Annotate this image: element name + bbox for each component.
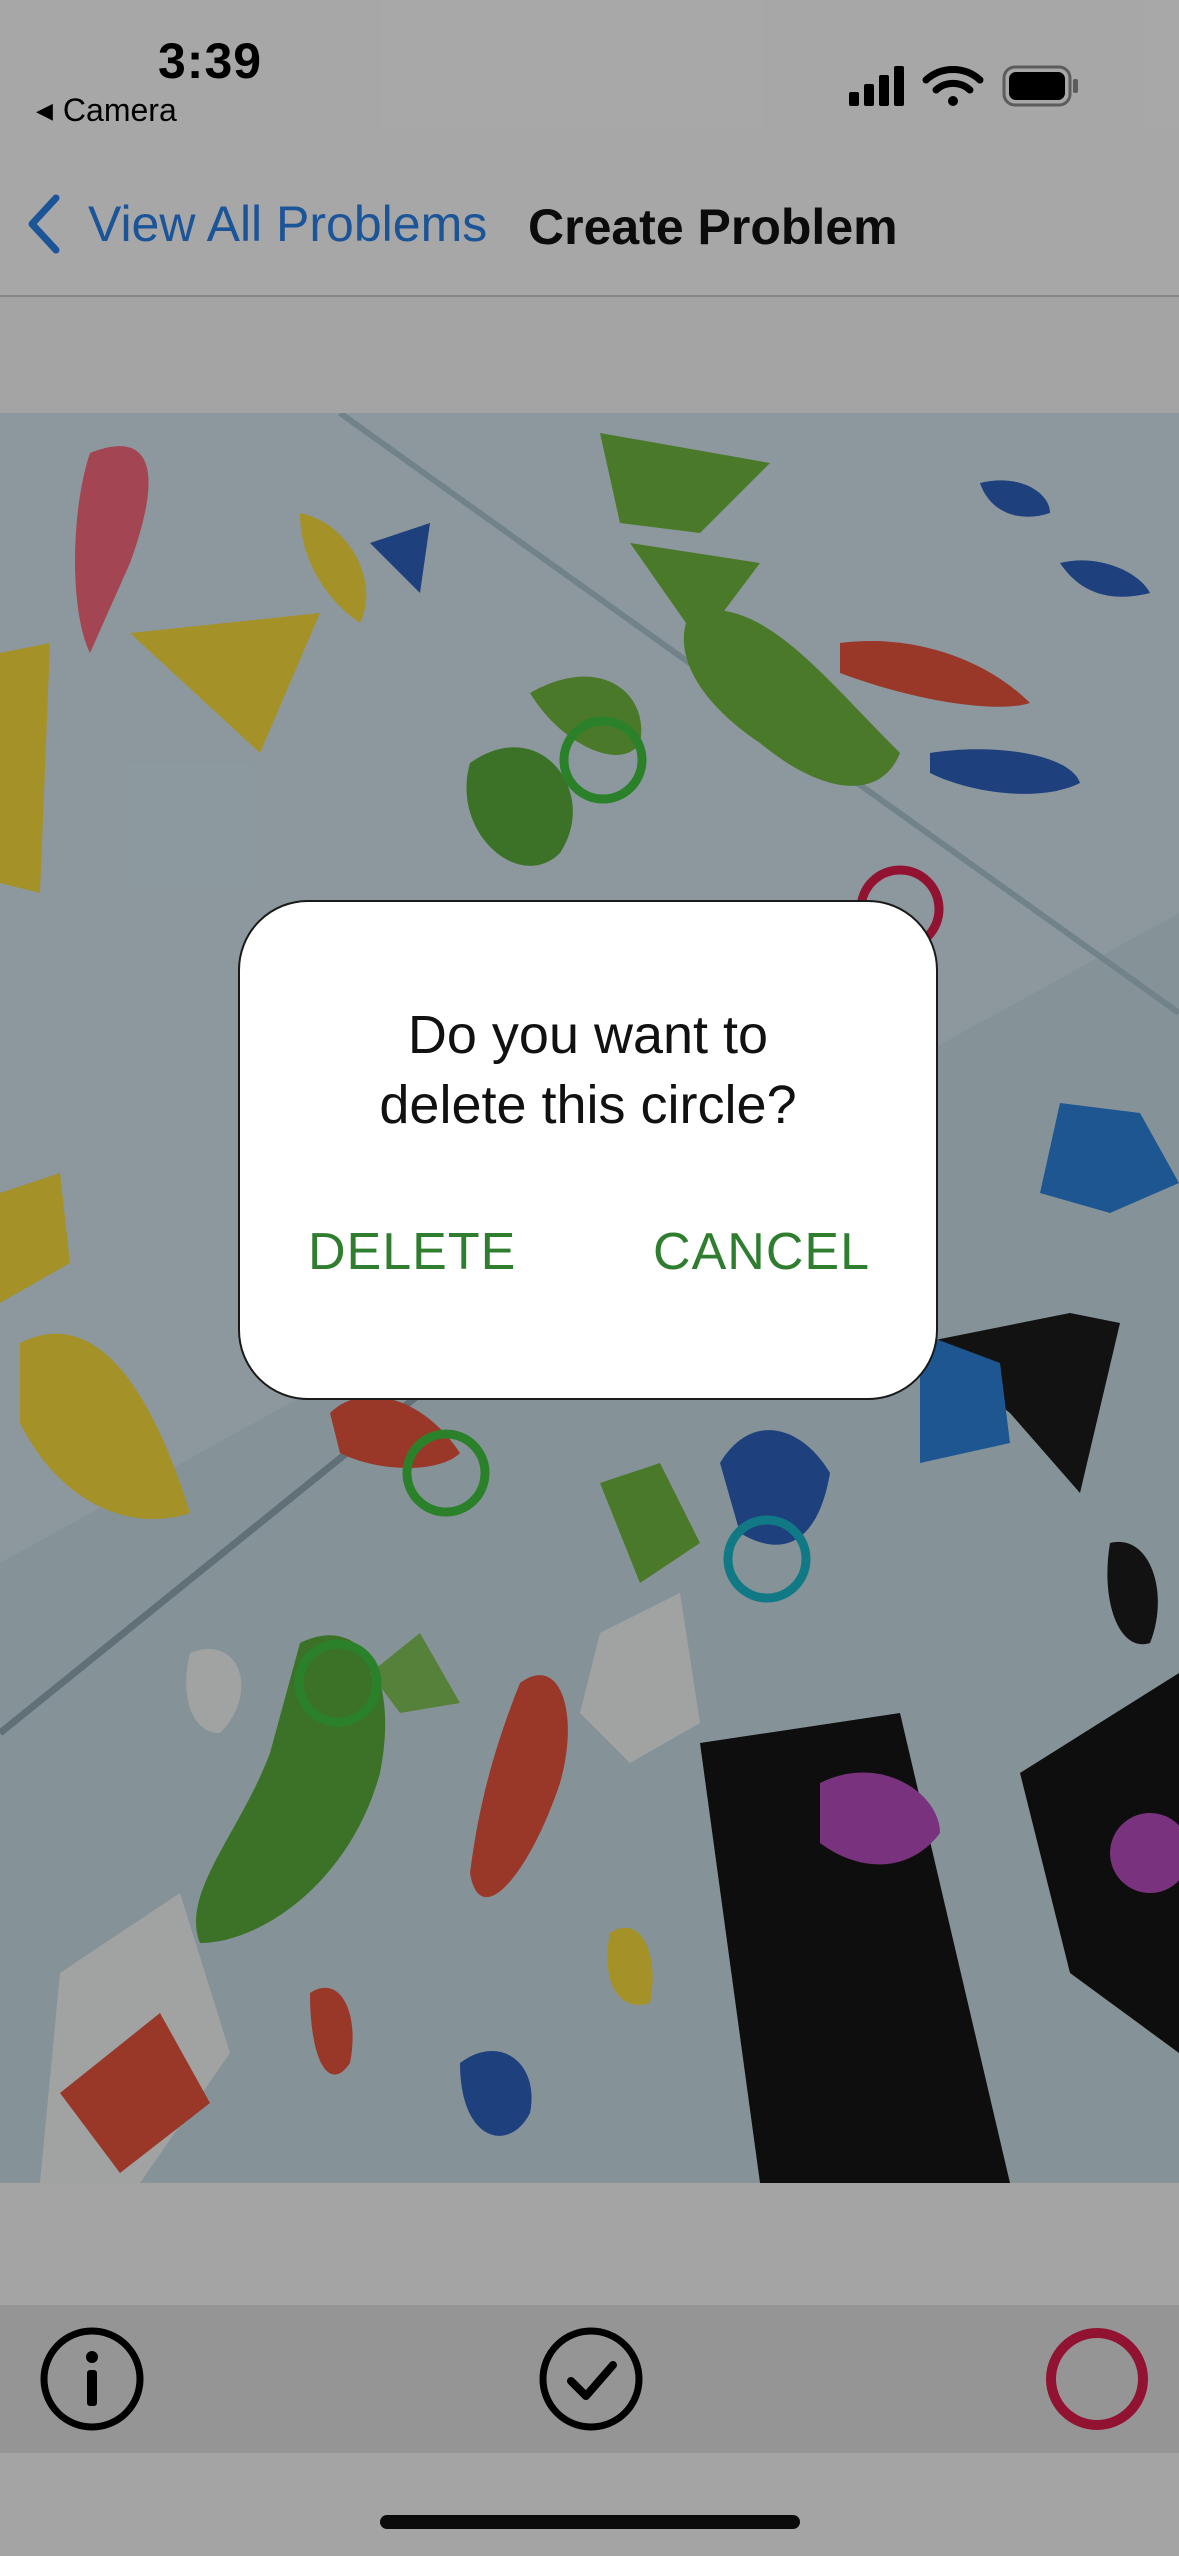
- dialog-message-line-2: delete this circle?: [379, 1075, 797, 1135]
- dialog-message-line-1: Do you want to: [407, 1005, 769, 1065]
- delete-circle-dialog: Do you want to delete this circle? DELET…: [238, 900, 938, 1400]
- cancel-button[interactable]: CANCEL: [653, 1222, 870, 1282]
- delete-button[interactable]: DELETE: [308, 1222, 516, 1282]
- dialog-message: Do you want to delete this circle?: [240, 1000, 936, 1140]
